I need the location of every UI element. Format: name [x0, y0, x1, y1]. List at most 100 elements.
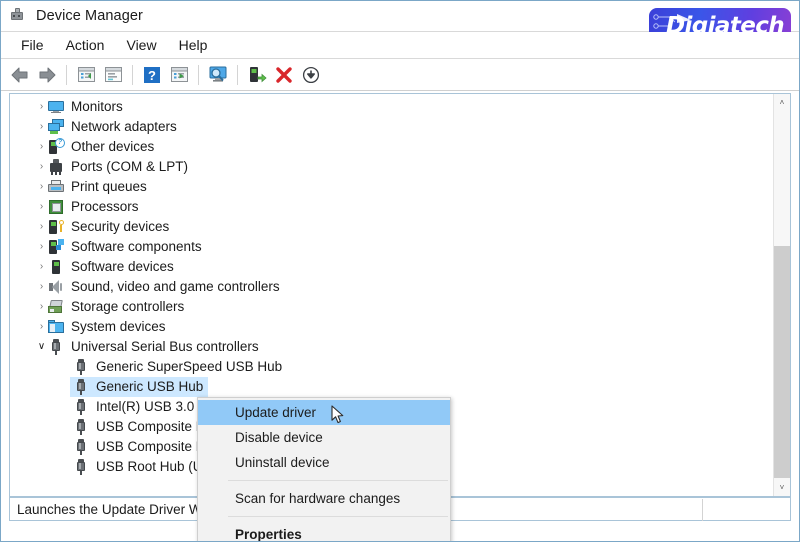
storage-controller-icon: [48, 299, 64, 315]
scan-hardware-changes-icon[interactable]: [205, 62, 231, 88]
chevron-right-icon[interactable]: ›: [35, 177, 48, 197]
toolbar: ?: [1, 59, 799, 91]
menu-action[interactable]: Action: [55, 35, 116, 56]
tree-row-label: Print queues: [71, 179, 147, 194]
tree-row-storage-controllers[interactable]: › Storage controllers: [10, 297, 774, 317]
update-driver-icon[interactable]: [244, 62, 270, 88]
menu-help[interactable]: Help: [168, 35, 219, 56]
tree-row-label: Software components: [71, 239, 202, 254]
tree-row-label: USB Composite D: [96, 419, 206, 434]
chevron-right-icon[interactable]: ›: [35, 257, 48, 277]
toolbar-separator: [237, 64, 238, 85]
tree-row-processors[interactable]: › Processors: [10, 197, 774, 217]
tree-row-software-components[interactable]: › Software components: [10, 237, 774, 257]
vertical-scrollbar[interactable]: ˄ ˅: [773, 94, 790, 496]
menu-bar: File Action View Help: [1, 32, 799, 59]
chevron-right-icon[interactable]: ›: [35, 197, 48, 217]
mouse-cursor: [331, 405, 345, 425]
help-page-icon[interactable]: [100, 62, 126, 88]
properties-icon[interactable]: [73, 62, 99, 88]
tree-row-print-queues[interactable]: › Print queues: [10, 177, 774, 197]
tree-row-generic-usb-hub[interactable]: Generic USB Hub: [10, 377, 774, 397]
tree-row-label: Monitors: [71, 99, 123, 114]
usb-icon: [73, 439, 89, 455]
chevron-right-icon[interactable]: ›: [35, 317, 48, 337]
scrollbar-thumb[interactable]: [774, 246, 790, 478]
forward-icon[interactable]: [34, 62, 60, 88]
tree-row-system-devices[interactable]: › System devices: [10, 317, 774, 337]
context-menu-item-scan-for-hardware-changes[interactable]: Scan for hardware changes: [198, 486, 450, 511]
software-component-icon: [48, 239, 64, 255]
toolbar-separator: [132, 64, 133, 85]
tree-row-generic-superspeed-usb-hub[interactable]: Generic SuperSpeed USB Hub: [10, 357, 774, 377]
usb-icon: [48, 339, 64, 355]
disable-device-icon[interactable]: [298, 62, 324, 88]
back-icon[interactable]: [7, 62, 33, 88]
usb-icon: [73, 379, 89, 395]
chevron-right-icon[interactable]: ›: [35, 217, 48, 237]
usb-icon: [73, 359, 89, 375]
other-devices-icon: ?: [48, 138, 65, 155]
tree-row-universal-serial-bus-controllers[interactable]: ∨ Universal Serial Bus controllers: [10, 337, 774, 357]
scroll-down-button[interactable]: ˅: [774, 479, 790, 496]
context-menu-item-update-driver[interactable]: Update driver: [198, 400, 450, 425]
tree-row-software-devices[interactable]: › Software devices: [10, 257, 774, 277]
chevron-right-icon[interactable]: ›: [35, 237, 48, 257]
context-menu[interactable]: Update driver Disable device Uninstall d…: [197, 397, 451, 541]
tree-row-label: Network adapters: [71, 119, 177, 134]
system-device-icon: [48, 319, 64, 335]
usb-icon: [73, 399, 89, 415]
tree-row-label: Software devices: [71, 259, 174, 274]
tree-row-label: USB Composite D: [96, 439, 206, 454]
status-text: Launches the Update Driver Wiza: [17, 501, 219, 517]
chevron-down-icon[interactable]: ∨: [35, 337, 48, 357]
port-icon: [48, 159, 64, 175]
device-manager-window: Device Manager Digiatech File Action Vie…: [0, 0, 800, 542]
monitor-icon: [48, 99, 64, 115]
tree-row-label: Sound, video and game controllers: [71, 279, 280, 294]
context-menu-item-uninstall-device[interactable]: Uninstall device: [198, 450, 450, 475]
context-menu-separator: [228, 480, 448, 481]
software-device-icon: [48, 259, 64, 275]
usb-icon: [73, 459, 89, 475]
tree-row-label: Generic USB Hub: [96, 379, 204, 394]
menu-view[interactable]: View: [115, 35, 167, 56]
processor-icon: [48, 199, 64, 215]
tree-row-label: Processors: [71, 199, 139, 214]
context-menu-item-properties[interactable]: Properties: [198, 522, 450, 541]
status-separator: [702, 499, 703, 521]
toolbar-separator: [66, 64, 67, 85]
tree-row-label: Generic SuperSpeed USB Hub: [96, 359, 283, 374]
chevron-right-icon[interactable]: ›: [35, 277, 48, 297]
tree-row-monitors[interactable]: › Monitors: [10, 97, 774, 117]
help-question-icon[interactable]: ?: [139, 62, 165, 88]
tree-row-network-adapters[interactable]: › Network adapters: [10, 117, 774, 137]
tree-row-sound-video-game-controllers[interactable]: › Sound, video and game controllers: [10, 277, 774, 297]
toolbar-separator: [198, 64, 199, 85]
chevron-right-icon[interactable]: ›: [35, 137, 48, 157]
tree-row-label: USB Root Hub (U: [96, 459, 203, 474]
security-device-icon: [48, 219, 64, 235]
device-manager-icon: [10, 7, 28, 25]
chevron-right-icon[interactable]: ›: [35, 97, 48, 117]
tree-row-label: Security devices: [71, 219, 170, 234]
printer-icon: [48, 179, 64, 195]
tree-row-label: Other devices: [71, 139, 155, 154]
tree-row-other-devices[interactable]: › ? Other devices: [10, 137, 774, 157]
tree-row-label: Universal Serial Bus controllers: [71, 339, 259, 354]
usb-icon: [73, 419, 89, 435]
sound-icon: [48, 279, 64, 295]
chevron-right-icon[interactable]: ›: [35, 117, 48, 137]
tree-row-security-devices[interactable]: › Security devices: [10, 217, 774, 237]
context-menu-separator: [228, 516, 448, 517]
menu-file[interactable]: File: [10, 35, 55, 56]
chevron-right-icon[interactable]: ›: [35, 157, 48, 177]
scroll-up-button[interactable]: ˄: [774, 94, 790, 111]
context-menu-item-disable-device[interactable]: Disable device: [198, 425, 450, 450]
tree-row-label: Storage controllers: [71, 299, 185, 314]
show-hidden-devices-icon[interactable]: [166, 62, 192, 88]
chevron-right-icon[interactable]: ›: [35, 297, 48, 317]
network-adapter-icon: [48, 119, 64, 135]
tree-row-ports[interactable]: › Ports (COM & LPT): [10, 157, 774, 177]
uninstall-device-icon[interactable]: [271, 62, 297, 88]
